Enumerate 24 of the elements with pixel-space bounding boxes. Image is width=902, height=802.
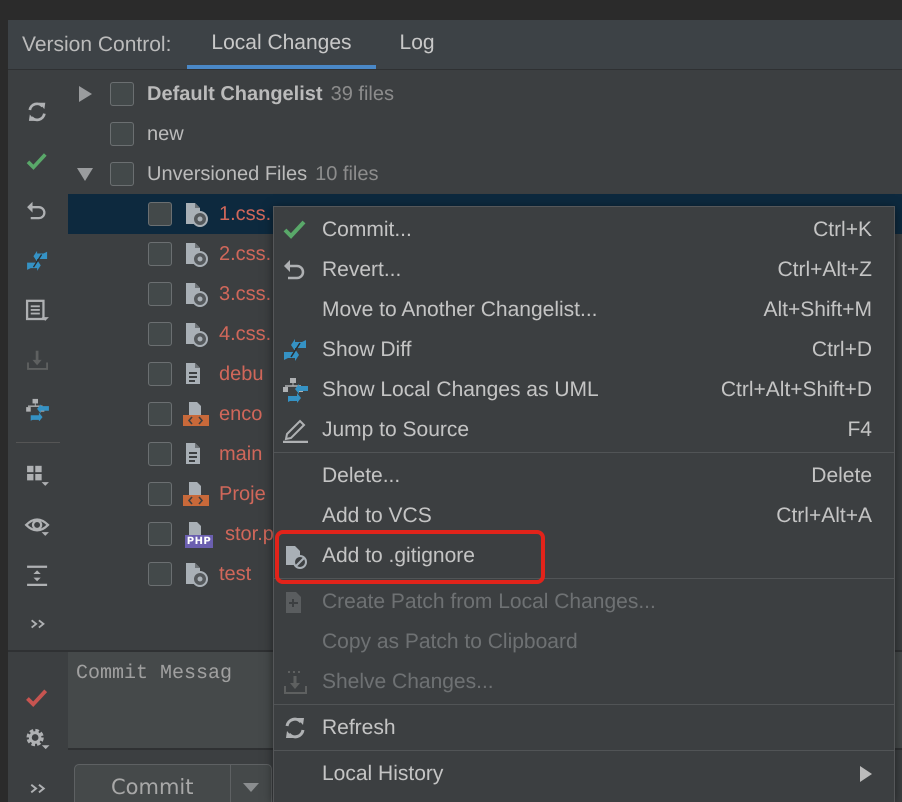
file-name: 3.css. — [219, 282, 272, 306]
shortcut: Ctrl+K — [813, 218, 872, 242]
shortcut: Alt+Shift+M — [763, 298, 872, 322]
file-name: 4.css. — [219, 322, 272, 346]
file-name: 1.css. — [219, 202, 272, 226]
shortcut: Ctrl+Alt+A — [776, 504, 872, 528]
file-name: stor.p — [225, 522, 274, 546]
shortcut: Ctrl+Alt+Shift+D — [720, 378, 872, 402]
changelist-name: Unversioned Files — [147, 162, 308, 186]
shortcut: Delete — [811, 464, 872, 488]
file-count: 39 files — [330, 82, 394, 106]
file-name: test — [219, 562, 252, 586]
panel-title: Version Control: — [22, 32, 172, 56]
changelist-name: Default Changelist — [147, 82, 323, 106]
file-name: Proje — [219, 482, 266, 506]
file-name: 2.css. — [219, 242, 272, 266]
file-count: 10 files — [315, 162, 378, 186]
file-name: debu — [219, 362, 264, 386]
shortcut: Ctrl+Alt+Z — [777, 258, 872, 282]
shortcut: Ctrl+D — [812, 338, 872, 362]
shortcut: F4 — [847, 418, 872, 442]
changelist-name: new — [147, 122, 184, 146]
file-name: enco — [219, 402, 262, 426]
file-name: main — [219, 442, 262, 466]
